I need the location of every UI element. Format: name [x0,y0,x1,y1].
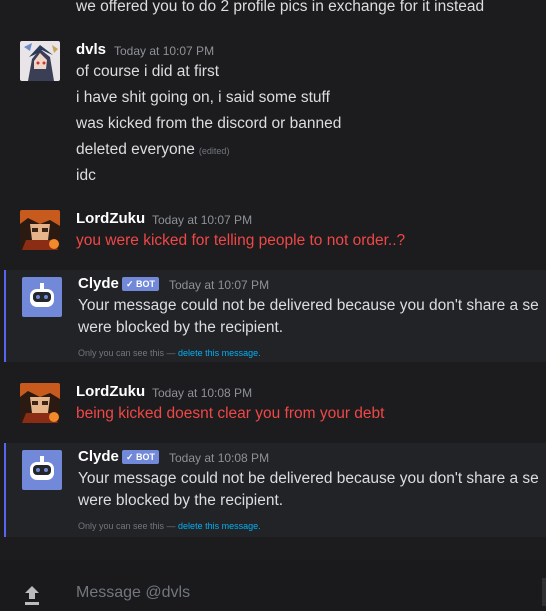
message-group: dvls Today at 10:07 PM of course i did a… [0,36,546,192]
avatar[interactable] [22,450,62,490]
message-text: being kicked doesnt clear you from your … [76,405,385,422]
avatar[interactable] [22,277,62,317]
username[interactable]: Clyde [78,448,119,465]
username[interactable]: LordZuku [76,383,145,400]
message-input[interactable]: Message @dvls [76,584,190,602]
timestamp: Today at 10:07 PM [169,278,270,292]
bot-badge: ✓ BOT [122,277,160,291]
message-text: Your message could not be delivered beca… [78,470,539,487]
message-text: of course i did at first [76,63,220,80]
message-text: deleted everyone (edited) [76,141,230,158]
timestamp: Today at 10:07 PM [114,44,215,58]
ephemeral-message: Clyde ✓ BOT Today at 10:07 PM Your messa… [4,270,546,362]
ephemeral-note: Only you can see this — delete this mess… [78,348,261,358]
delete-message-link[interactable]: delete this message. [178,521,261,531]
timestamp: Today at 10:08 PM [152,386,253,400]
message-group: LordZuku Today at 10:07 PM you were kick… [0,205,546,260]
avatar[interactable] [20,383,60,423]
ephemeral-note: Only you can see this — delete this mess… [78,521,261,531]
message-composer: Message @dvls [0,560,546,610]
timestamp: Today at 10:07 PM [152,213,253,227]
avatar[interactable] [20,210,60,250]
message-text: you were kicked for telling people to no… [76,232,406,249]
message-list: we offered you to do 2 profile pics in e… [0,0,546,560]
message-text: Your message could not be delivered beca… [78,297,539,314]
scrollbar[interactable] [542,578,546,606]
message-text: was kicked from the discord or banned [76,115,342,132]
message-text: were blocked by the recipient. [78,319,284,336]
edited-label: (edited) [198,146,230,156]
avatar[interactable] [20,41,60,81]
message-text: idc [76,167,96,184]
message-group: LordZuku Today at 10:08 PM being kicked … [0,380,546,430]
username[interactable]: Clyde [78,275,119,292]
ephemeral-message: Clyde ✓ BOT Today at 10:08 PM Your messa… [4,443,546,537]
upload-icon[interactable] [22,584,42,606]
username[interactable]: dvls [76,41,106,58]
username[interactable]: LordZuku [76,210,145,227]
message-text: we offered you to do 2 profile pics in e… [76,0,485,15]
delete-message-link[interactable]: delete this message. [178,348,261,358]
timestamp: Today at 10:08 PM [169,451,270,465]
message-text: were blocked by the recipient. [78,492,284,509]
message-text: i have shit going on, i said some stuff [76,89,330,106]
bot-badge: ✓ BOT [122,450,160,464]
